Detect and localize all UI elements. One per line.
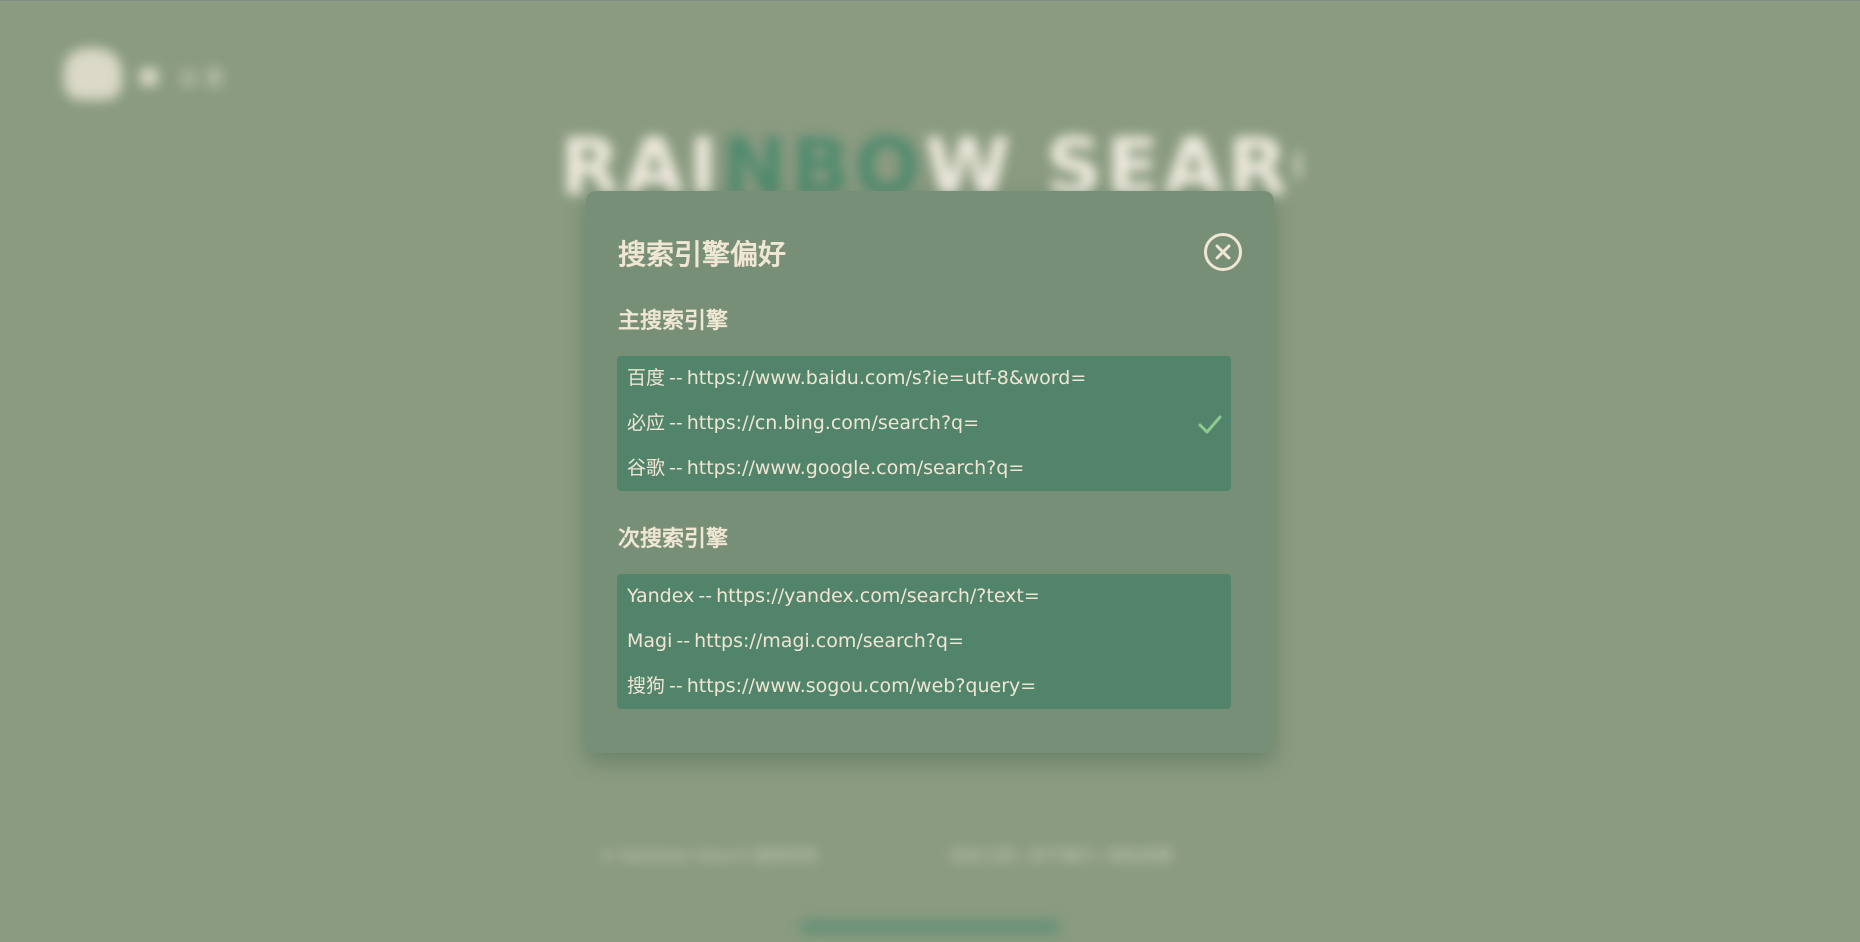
engine-url: https://magi.com/search?q= [694, 630, 964, 652]
close-circle-icon [1215, 244, 1231, 260]
engine-separator: -- [669, 367, 683, 389]
engine-separator: -- [669, 412, 683, 434]
engine-separator: -- [676, 630, 691, 652]
dialog-title: 搜索引擎偏好 [618, 238, 787, 271]
engine-name: Yandex [627, 585, 695, 607]
engine-name: 必应 [627, 412, 666, 434]
engine-url: https://cn.bing.com/search?q= [686, 412, 980, 434]
settings-icon [140, 68, 158, 86]
engine-name: 搜狗 [627, 675, 666, 697]
engine-url: https://www.baidu.com/s?ie=utf-8&word= [686, 367, 1087, 389]
primary-engine-list: 百度 -- https://www.baidu.com/s?ie=utf-8&wor… [617, 356, 1231, 491]
engine-url: https://www.sogou.com/web?query= [686, 675, 1037, 697]
secondary-engine-option-yandex[interactable]: Yandex -- https://yandex.com/search/?text= [617, 574, 1231, 619]
engine-name: Magi [627, 630, 673, 652]
engine-name: 谷歌 [627, 457, 666, 479]
footer-bar [800, 920, 1060, 934]
primary-engine-option-baidu[interactable]: 百度 -- https://www.baidu.com/s?ie=utf-8&wor… [617, 356, 1231, 401]
footer-copyright: © Rainbow Search 版权所有 [600, 846, 819, 862]
secondary-engine-option-magi[interactable]: Magi -- https://magi.com/search?q= [617, 619, 1231, 664]
search-engine-preferences-dialog: 搜索引擎偏好 主搜索引擎 百度 -- https://www.baidu.com/s… [586, 191, 1274, 753]
footer-links: 站长工具 | 关于我们 | 隐私政策 [950, 846, 1174, 862]
engine-separator: -- [669, 457, 683, 479]
primary-engine-option-google[interactable]: 谷歌 -- https://www.google.com/search?q= [617, 446, 1231, 491]
secondary-engine-heading: 次搜索引擎 [618, 527, 729, 552]
secondary-engine-list: Yandex -- https://yandex.com/search/?text=… [617, 574, 1231, 709]
engine-separator: -- [669, 675, 683, 697]
primary-engine-heading: 主搜索引擎 [618, 309, 729, 334]
secondary-engine-option-sogou[interactable]: 搜狗 -- https://www.sogou.com/web?query= [617, 664, 1231, 709]
engine-name: 百度 [627, 367, 666, 389]
engine-url: https://www.google.com/search?q= [686, 457, 1025, 479]
engine-separator: -- [698, 585, 713, 607]
checkmark-icon [1198, 415, 1222, 434]
engine-url: https://yandex.com/search/?text= [716, 585, 1040, 607]
logo [64, 48, 122, 100]
close-button[interactable] [1204, 233, 1242, 271]
primary-engine-option-bing[interactable]: 必应 -- https://cn.bing.com/search?q= [617, 401, 1231, 446]
nav-settings-label: 设 置 [178, 66, 225, 90]
